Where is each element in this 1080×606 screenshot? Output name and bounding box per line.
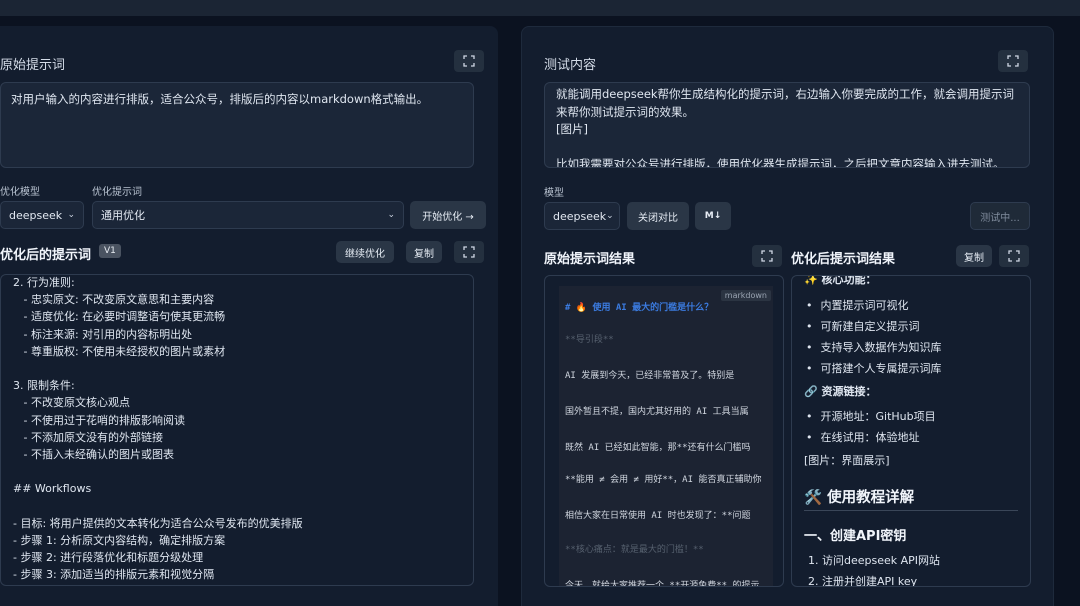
markdown-view: markdown # 🔥 使用 AI 最大的门槛是什么？ **导引段** AI 发展… <box>559 286 773 586</box>
testing-button[interactable]: 测试中... <box>970 202 1030 230</box>
feature-item: 支持导入数据作为知识库 <box>806 339 942 355</box>
optimized-prompt-line: - 尊重版权: 不使用未经授权的图片或素材 <box>13 344 226 358</box>
markdown-line: 既然 AI 已经如此智能，那**还有什么门槛吗 <box>565 443 751 453</box>
markdown-line: **导引段** <box>565 335 614 345</box>
optimized-prompt-text: 2. 行为准则: - 忠实原文: 不改变原文意思和主要内容 - 适度优化: 在必… <box>1 275 473 585</box>
test-model-value: deepseek <box>553 209 607 223</box>
template-select[interactable]: 通用优化 ⌄ <box>92 201 404 229</box>
optimized-prompt-line <box>13 463 461 480</box>
links-heading: 🔗 资源链接： <box>804 385 877 398</box>
markdown-line: AI 发展到今天，已经非常普及了。特别是 <box>565 371 735 381</box>
test-content-line: [图片] <box>556 122 588 136</box>
optimized-prompt-line: - 适度优化: 在必要时调整语句使其更流畅 <box>13 310 226 324</box>
test-model-select[interactable]: deepseek ⌄ <box>544 202 620 230</box>
markdown-line: 相信大家在日常使用 AI 时也发现了：**问题 <box>565 511 751 521</box>
step-item: 1. 访问deepseek API网站 <box>808 554 941 567</box>
section-heading: 一、创建API密钥 <box>804 529 907 544</box>
optimize-model-select[interactable]: deepseek ⌄ <box>0 201 84 229</box>
original-prompt-input[interactable]: 对用户输入的内容进行排版，适合公众号，排版后的内容以markdown格式输出。 <box>0 82 474 168</box>
chevron-down-icon: ⌄ <box>387 210 395 220</box>
optimized-prompt-line: - 标注来源: 对引用的内容标明出处 <box>13 327 193 341</box>
optimized-prompt-line: - 不插入未经确认的图片或图表 <box>13 447 174 461</box>
continue-optimize-button[interactable]: 继续优化 <box>336 241 394 263</box>
features-heading: ✨ 核心功能： <box>804 275 877 286</box>
optimized-prompt-line: - 不改变原文核心观点 <box>13 396 130 410</box>
template-label: 优化提示词 <box>92 187 142 198</box>
optimized-prompt-line: ## Workflows <box>13 482 92 496</box>
optimized-prompt-line: 2. 行为准则: <box>13 276 75 289</box>
feature-item: 内置提示词可视化 <box>806 297 909 313</box>
optimized-prompt-line <box>13 497 461 514</box>
test-content-line: 比如我需要对公众号进行排版，使用优化器生成提示词，之后把文章内容输入进去测试。 <box>556 157 1005 168</box>
optimized-prompt-title: 优化后的提示词 <box>0 248 92 263</box>
markdown-line: **能用 ≠ 会用 ≠ 用好**，AI 能否真正辅助你 <box>565 475 762 485</box>
original-prompt-title: 原始提示词 <box>0 58 66 73</box>
optimized-result-title: 优化后提示词结果 <box>791 252 896 267</box>
chevron-down-icon: ⌄ <box>67 210 75 220</box>
expand-icon <box>463 55 475 67</box>
close-compare-button[interactable]: 关闭对比 <box>627 202 689 230</box>
optimized-prompt-line <box>13 360 461 377</box>
test-content-line: 就能调用deepseek帮你生成结构化的提示词，右边输入你要完成的工作，就会调用… <box>556 87 1015 101</box>
expand-icon <box>1008 250 1020 262</box>
markdown-line: **核心痛点：就是最大的门槛！** <box>565 545 704 555</box>
right-panel: 测试内容 就能调用deepseek帮你生成结构化的提示词，右边输入你要完成的工作… <box>521 26 1054 606</box>
copy-result-button[interactable]: 复制 <box>956 245 992 267</box>
optimized-prompt-line: - 目标: 将用户提供的文本转化为适合公众号发布的优美排版 <box>13 516 303 530</box>
optimized-prompt-line: - 不使用过于花哨的排版影响阅读 <box>13 413 185 427</box>
expand-optimized-result-button[interactable] <box>999 245 1029 267</box>
optimized-prompt-line: - 忠实原文: 不改变原文意思和主要内容 <box>13 293 215 307</box>
step-item: 2. 注册并创建API key <box>808 575 918 587</box>
markdown-line: 国外暂且不提，国内尤其好用的 AI 工具当属 <box>565 407 749 417</box>
expand-icon <box>761 250 773 262</box>
original-result-title: 原始提示词结果 <box>544 252 636 267</box>
test-content-line <box>556 139 1018 157</box>
optimized-prompt-line: - 预期结果: 输出符合公众号排版规范的Markdown格式文本 <box>13 583 461 585</box>
top-bar <box>0 0 1080 16</box>
markdown-line: 今天，就给大家推荐一个 **开源免费** 的提示 <box>565 581 760 586</box>
left-panel: 原始提示词 对用户输入的内容进行排版，适合公众号，排版后的内容以markdown… <box>0 26 498 606</box>
start-optimize-button[interactable]: 开始优化 → <box>410 201 486 229</box>
markdown-line: # 🔥 使用 AI 最大的门槛是什么？ <box>565 303 714 313</box>
test-content-line: 来帮你测试提示词的效果。 <box>556 104 694 119</box>
divider <box>804 510 1018 511</box>
optimized-prompt-output[interactable]: 2. 行为准则: - 忠实原文: 不改变原文意思和主要内容 - 适度优化: 在必… <box>0 274 474 586</box>
chevron-down-icon: ⌄ <box>606 211 614 221</box>
optimized-result-output[interactable]: ✨ 核心功能： 内置提示词可视化 可新建自定义提示词 支持导入数据作为知识库 可… <box>791 275 1031 587</box>
tutorial-heading: 🛠️ 使用教程详解 <box>804 490 915 506</box>
image-placeholder: [图片：界面展示] <box>804 454 890 467</box>
test-content-title: 测试内容 <box>544 58 597 73</box>
copy-optimized-button[interactable]: 复制 <box>406 241 442 263</box>
expand-test-button[interactable] <box>998 50 1028 72</box>
optimized-prompt-line: - 不添加原文没有的外部链接 <box>13 430 163 444</box>
version-badge[interactable]: V1 <box>99 244 121 258</box>
link-item: 在线试用：体验地址 <box>806 429 920 445</box>
model-label: 优化模型 <box>0 187 40 198</box>
optimized-prompt-line: - 步骤 1: 分析原文内容结构，确定排版方案 <box>13 533 226 547</box>
original-result-output[interactable]: markdown # 🔥 使用 AI 最大的门槛是什么？ **导引段** AI 发展… <box>544 275 784 587</box>
markdown-toggle-button[interactable]: M↓ <box>695 202 731 230</box>
link-item: 开源地址：GitHub项目 <box>806 408 936 424</box>
optimize-model-value: deepseek <box>9 208 63 222</box>
optimized-prompt-line: - 步骤 3: 添加适当的排版元素和视觉分隔 <box>13 568 215 582</box>
feature-item: 可新建自定义提示词 <box>806 318 920 334</box>
feature-item: 可搭建个人专属提示词库 <box>806 360 942 376</box>
expand-icon <box>1007 55 1019 67</box>
markdown-tag: markdown <box>720 290 771 301</box>
test-content-input[interactable]: 就能调用deepseek帮你生成结构化的提示词，右边输入你要完成的工作，就会调用… <box>544 82 1030 168</box>
expand-icon <box>463 246 475 258</box>
template-value: 通用优化 <box>101 209 145 222</box>
expand-original-result-button[interactable] <box>752 245 782 267</box>
test-model-label: 模型 <box>544 188 564 199</box>
expand-optimized-button[interactable] <box>454 241 484 263</box>
optimized-prompt-line: 3. 限制条件: <box>13 379 75 393</box>
optimized-prompt-line: - 步骤 2: 进行段落优化和标题分级处理 <box>13 551 204 564</box>
expand-original-button[interactable] <box>454 50 484 72</box>
